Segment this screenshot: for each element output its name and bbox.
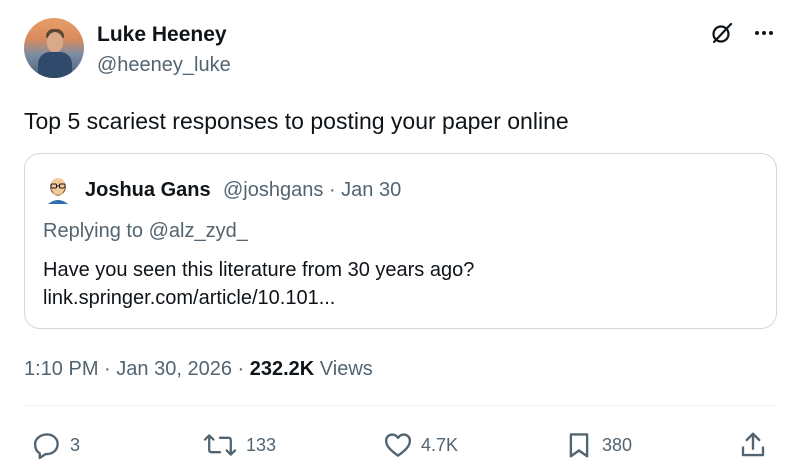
quote-separator: · [328,179,336,201]
bookmark-count: 380 [602,434,633,455]
top-actions [709,20,777,46]
quote-body: Have you seen this literature from 30 ye… [43,259,475,281]
heart-icon [383,430,413,460]
quote-text: Have you seen this literature from 30 ye… [43,256,474,312]
tweet-text: Top 5 scariest responses to posting your… [24,108,569,134]
meta-separator: · [237,358,245,380]
quote-replying-to: Replying to @alz_zyd_ [43,220,248,242]
more-icon[interactable] [751,20,777,46]
meta-separator: · [104,358,111,380]
reply-icon [32,430,62,460]
bookmark-icon [564,430,594,460]
share-icon [738,430,768,460]
avatar[interactable] [24,18,84,78]
tweet-time[interactable]: 1:10 PM [24,358,98,380]
views-count: 232.2K [249,358,315,380]
divider [24,405,777,406]
like-count: 4.7K [421,434,459,455]
grok-icon[interactable] [709,20,735,46]
quote-meta: @joshgans · Jan 30 [223,178,401,202]
repost-button[interactable]: 133 [202,423,276,467]
tweet-meta: 1:10 PM · Jan 30, 2026 · 232.2K Views [24,356,373,382]
quote-author-name[interactable]: Joshua Gans [85,178,211,202]
reply-count: 3 [70,434,81,455]
like-button[interactable]: 4.7K [383,423,458,467]
quote-avatar[interactable] [43,174,73,204]
share-button[interactable] [738,423,768,467]
repost-icon [202,430,238,460]
quoted-tweet-card[interactable]: Joshua Gans @joshgans · Jan 30 Replying … [24,153,777,329]
tweet-date[interactable]: Jan 30, 2026 [116,358,232,380]
bookmark-button[interactable]: 380 [564,423,632,467]
quote-link[interactable]: link.springer.com/article/10.101... [43,284,474,312]
action-bar: 3 133 4.7K 380 [24,423,777,467]
reply-button[interactable]: 3 [32,423,80,467]
views-label: Views [319,358,373,380]
author-handle[interactable]: @heeney_luke [97,52,231,78]
quote-date[interactable]: Jan 30 [341,179,401,201]
author-name[interactable]: Luke Heeney [97,22,227,48]
quote-author-handle[interactable]: @joshgans [223,179,323,201]
repost-count: 133 [246,434,277,455]
